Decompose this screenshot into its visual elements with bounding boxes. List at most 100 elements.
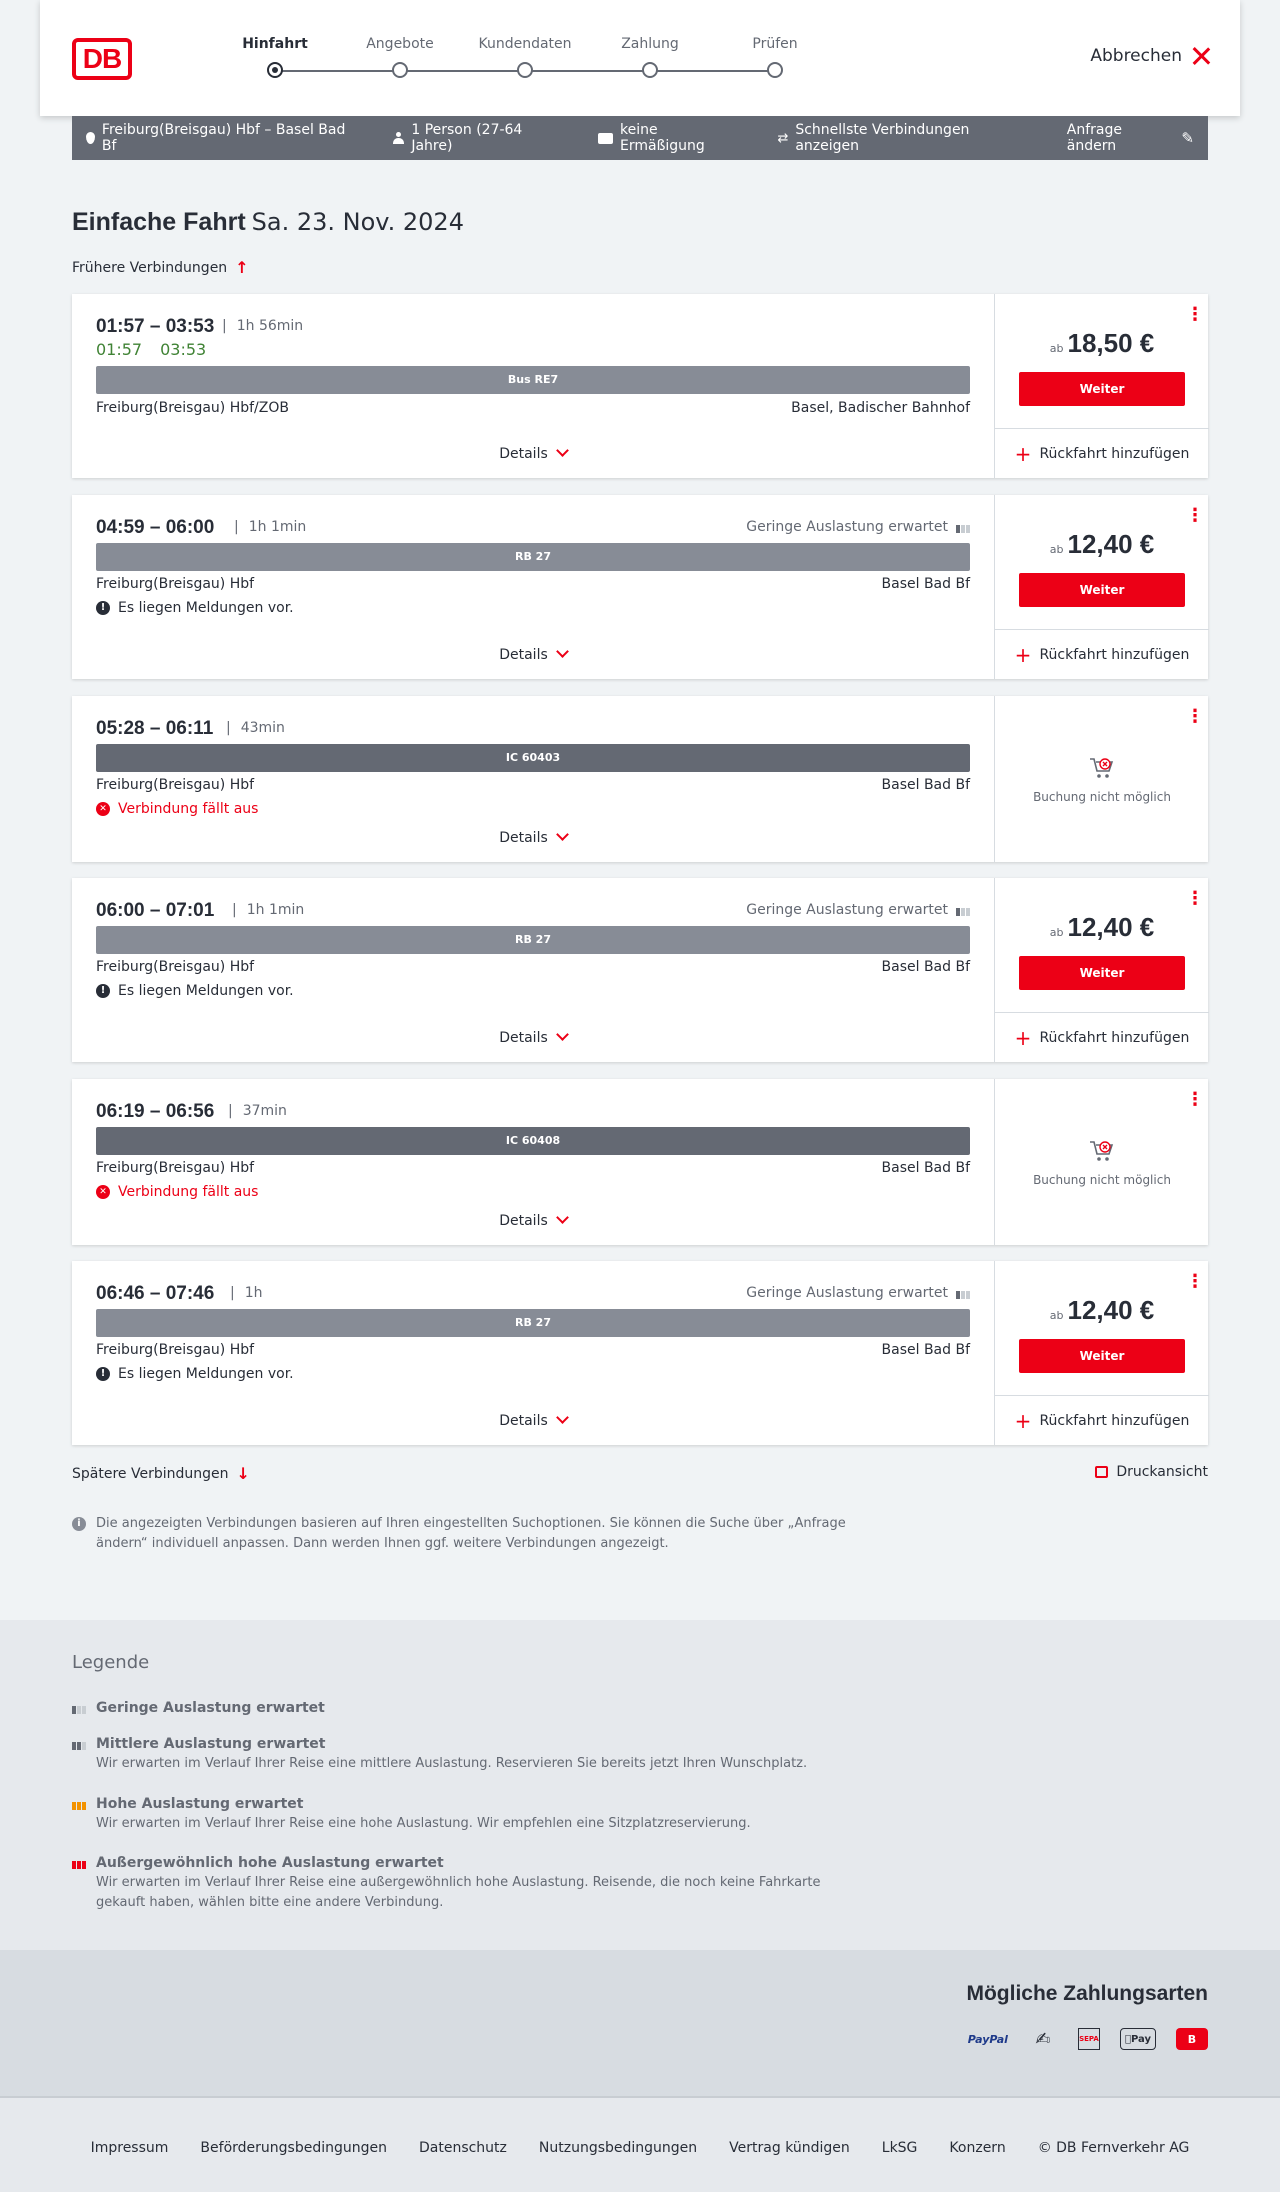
arrival-station: Basel, Badischer Bahnhof (791, 400, 970, 416)
weiter-button[interactable]: Weiter (1019, 372, 1185, 406)
departure-station: Freiburg(Breisgau) Hbf (96, 1160, 255, 1176)
connection-duration: 37min (228, 1103, 287, 1119)
more-options-icon[interactable]: ⋮ (1186, 306, 1204, 324)
step-dot (267, 62, 283, 78)
connection-main[interactable]: 05:28 – 06:11 43min IC 60403 Freiburg(Br… (72, 696, 994, 862)
weiter-button[interactable]: Weiter (1019, 573, 1185, 607)
arrival-station: Basel Bad Bf (881, 959, 970, 975)
plus-icon: + (1014, 1025, 1032, 1050)
connection-card: 05:28 – 06:11 43min IC 60403 Freiburg(Br… (72, 696, 1208, 862)
fastest-summary: ⇄ Schnellste Verbindungen anzeigen (777, 122, 970, 154)
more-options-icon[interactable]: ⋮ (1186, 1091, 1204, 1109)
close-icon (1192, 47, 1210, 65)
db-logo[interactable]: DB (72, 38, 132, 80)
connection-card: 06:00 – 07:01 1h 1min Geringe Auslastung… (72, 878, 1209, 1062)
footer-link-impressum[interactable]: Impressum (91, 2140, 169, 2156)
query-summary-bar: Freiburg(Breisgau) Hbf – Basel Bad Bf 1 … (72, 116, 1208, 160)
exclamation-icon: ! (96, 984, 110, 998)
footer-link-konzern[interactable]: Konzern (949, 2140, 1005, 2156)
connection-main[interactable]: 01:57 – 03:53 1h 56min 01:57 03:53 Bus RE… (72, 294, 994, 478)
footer-link-datenschutz[interactable]: Datenschutz (419, 2140, 507, 2156)
details-toggle[interactable]: Details (72, 645, 994, 663)
price: ab 18,50 € (1049, 328, 1155, 358)
page-title: Einfache Fahrt Sa. 23. Nov. 2024 (72, 208, 464, 237)
train-bar[interactable]: RB 27 (96, 926, 970, 954)
step-kundendaten: Kundendaten (460, 36, 590, 78)
details-toggle[interactable]: Details (72, 444, 994, 462)
chevron-down-icon (555, 1028, 569, 1041)
add-return-button[interactable]: + Rückfahrt hinzufügen (995, 629, 1209, 679)
location-pin-icon (86, 132, 95, 144)
step-dot (642, 62, 658, 78)
train-bar[interactable]: RB 27 (96, 1309, 970, 1337)
details-toggle[interactable]: Details (72, 1411, 994, 1429)
departure-station: Freiburg(Breisgau) Hbf (96, 1342, 255, 1358)
booking-unavailable: Buchung nicht möglich (995, 756, 1209, 804)
arrival-station: Basel Bad Bf (881, 1160, 970, 1176)
route-summary: Freiburg(Breisgau) Hbf – Basel Bad Bf (86, 122, 361, 154)
persons-summary: 1 Person (27-64 Jahre) (393, 122, 566, 154)
connection-duration: 43min (226, 720, 285, 736)
chevron-down-icon (555, 645, 569, 658)
connection-main[interactable]: 04:59 – 06:00 1h 1min Geringe Auslastung… (72, 495, 994, 679)
weiter-button[interactable]: Weiter (1019, 956, 1185, 990)
train-bar[interactable]: IC 60408 (96, 1127, 970, 1155)
more-options-icon[interactable]: ⋮ (1186, 1273, 1204, 1291)
info-icon: i (72, 1517, 86, 1531)
exclamation-icon: ! (96, 601, 110, 615)
connection-times: 06:46 – 07:46 (96, 1283, 215, 1304)
print-view-button[interactable]: Druckansicht (1095, 1464, 1208, 1480)
connection-card: 01:57 – 03:53 1h 56min 01:57 03:53 Bus RE… (72, 294, 1209, 478)
connection-times: 01:57 – 03:53 (96, 316, 215, 337)
more-options-icon[interactable]: ⋮ (1186, 708, 1204, 726)
weiter-button[interactable]: Weiter (1019, 1339, 1185, 1373)
connection-main[interactable]: 06:00 – 07:01 1h 1min Geringe Auslastung… (72, 878, 994, 1062)
cancel-button[interactable]: Abbrechen (1090, 46, 1210, 66)
offer-panel: ⋮ ab 18,50 € Weiter + Rückfahrt hinzufügen (994, 294, 1209, 478)
train-bar[interactable]: Bus RE7 (96, 366, 970, 394)
load-indicator: Geringe Auslastung erwartet (746, 519, 970, 535)
apple-pay-icon: Pay (1119, 2028, 1156, 2050)
legend-item-high: Hohe Auslastung erwartet Wir erwarten im… (72, 1794, 872, 1834)
add-return-button[interactable]: + Rückfahrt hinzufügen (995, 1395, 1209, 1445)
arrival-station: Basel Bad Bf (881, 1342, 970, 1358)
connection-main[interactable]: 06:46 – 07:46 1h Geringe Auslastung erwa… (72, 1261, 994, 1445)
train-bar[interactable]: IC 60403 (96, 744, 970, 772)
departure-station: Freiburg(Breisgau) Hbf (96, 959, 255, 975)
connection-duration: 1h 1min (234, 519, 307, 535)
footer-link-lksg[interactable]: LkSG (882, 2140, 918, 2156)
connection-duration: 1h 1min (232, 902, 305, 918)
footer-link-nutzungsbedingungen[interactable]: Nutzungsbedingungen (539, 2140, 697, 2156)
later-connections-link[interactable]: Spätere Verbindungen ↓ (72, 1464, 250, 1483)
direct-debit-icon: ✍ (1035, 2028, 1051, 2050)
connection-main[interactable]: 06:19 – 06:56 37min IC 60408 Freiburg(Br… (72, 1079, 994, 1245)
low-occupancy-icon (956, 904, 970, 916)
legend-item-very-high: Außergewöhnlich hohe Auslastung erwartet… (72, 1853, 872, 1913)
legend-section: Legende Geringe Auslastung erwartet Mitt… (0, 1620, 1280, 1950)
add-return-button[interactable]: + Rückfahrt hinzufügen (995, 1012, 1209, 1062)
legend-item-medium: Mittlere Auslastung erwartet Wir erwarte… (72, 1734, 872, 1774)
legend-title: Legende (72, 1652, 150, 1673)
person-icon (393, 132, 405, 144)
discount-summary: keine Ermäßigung (598, 122, 745, 154)
header: DB Hinfahrt Angebote Kundendaten Zahlung… (40, 0, 1240, 116)
footer-link-vertrag-kuendigen[interactable]: Vertrag kündigen (729, 2140, 850, 2156)
cancellation-message: ✕ Verbindung fällt aus (96, 1184, 258, 1200)
details-toggle[interactable]: Details (72, 828, 994, 846)
footer-link-befoerderungsbedingungen[interactable]: Beförderungsbedingungen (200, 2140, 387, 2156)
add-return-button[interactable]: + Rückfahrt hinzufügen (995, 428, 1209, 478)
earlier-connections-link[interactable]: Frühere Verbindungen ↑ (72, 258, 249, 277)
price: ab 12,40 € (1049, 912, 1155, 942)
low-occupancy-icon (956, 1287, 970, 1299)
more-options-icon[interactable]: ⋮ (1186, 507, 1204, 525)
offer-panel: ⋮ ab 12,40 € Weiter + Rückfahrt hinzufügen (994, 495, 1209, 679)
offer-panel: ⋮ Buchung nicht möglich (994, 1079, 1208, 1245)
footer-copyright: © DB Fernverkehr AG (1037, 2140, 1190, 2156)
connection-duration: 1h 56min (222, 318, 303, 334)
train-bar[interactable]: RB 27 (96, 543, 970, 571)
more-options-icon[interactable]: ⋮ (1186, 890, 1204, 908)
details-toggle[interactable]: Details (72, 1028, 994, 1046)
details-toggle[interactable]: Details (72, 1211, 994, 1229)
change-query-button[interactable]: Anfrage ändern ✎ (1067, 122, 1194, 154)
cancellation-message: ✕ Verbindung fällt aus (96, 801, 258, 817)
